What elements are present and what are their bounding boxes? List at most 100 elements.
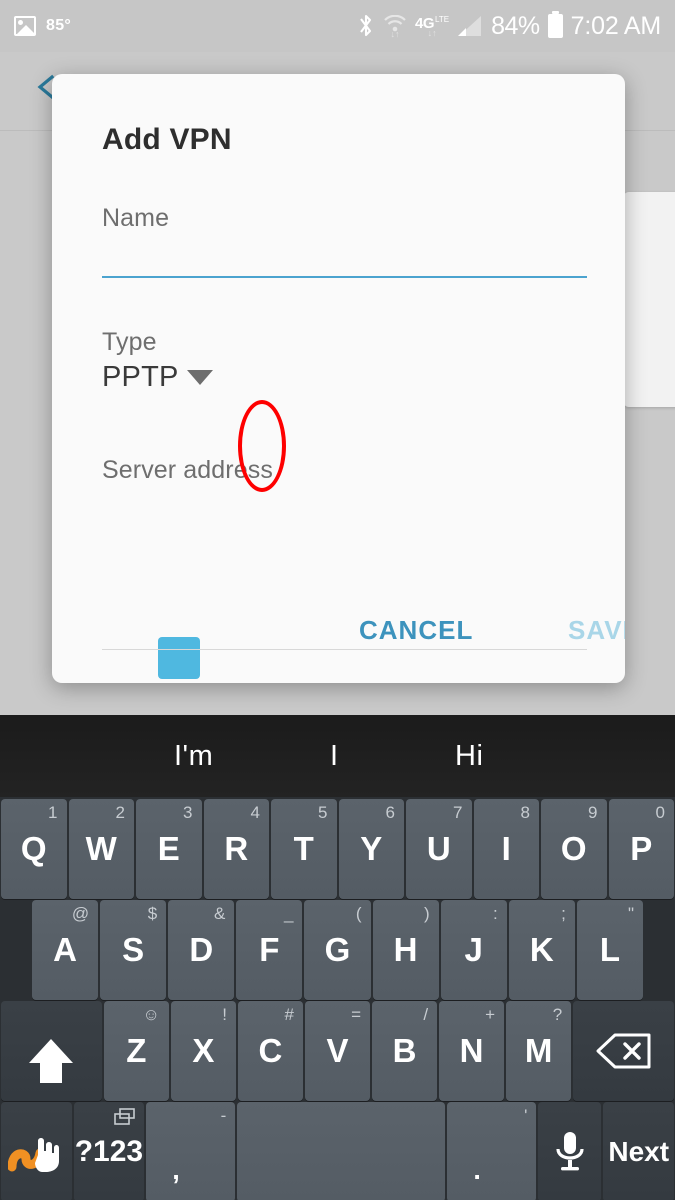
status-bar-right: ↓↑ 4G LTE ↓↑ 84% 7:02 AM	[357, 11, 661, 41]
suggestion-item[interactable]: Hi	[455, 740, 483, 773]
key-r[interactable]: 4R	[203, 799, 269, 899]
key-hint: /	[423, 1005, 429, 1024]
key-label: T	[293, 830, 314, 867]
type-field-label: Type	[102, 328, 157, 356]
chevron-down-icon[interactable]	[186, 370, 213, 385]
key-l[interactable]: " L	[576, 900, 643, 1000]
shift-key[interactable]	[1, 1001, 102, 1101]
comma-key[interactable]: - ,	[146, 1102, 236, 1200]
key-label: Q	[20, 830, 47, 867]
key-s[interactable]: $ S	[100, 900, 167, 1000]
key-d[interactable]: & D	[168, 900, 235, 1000]
name-field-underline	[102, 276, 587, 278]
key-label: K	[529, 931, 554, 968]
add-vpn-dialog: Add VPN Name Type PPTP Server address CA…	[52, 74, 625, 683]
server-address-field-group[interactable]: Server address	[102, 456, 587, 485]
key-hint: 2	[115, 803, 125, 822]
keyboard-rows: 1Q 2W 3E 4R 5T 6Y 7U 8I 9O 0P @ A $ S & D _…	[0, 797, 675, 1200]
key-label: V	[326, 1032, 349, 1069]
key-hint: #	[284, 1005, 294, 1024]
key-label: X	[192, 1032, 215, 1069]
keyboard-row-4: ?123 - , ' . Next	[0, 1102, 675, 1200]
key-j[interactable]: :J	[440, 900, 507, 1000]
key-k[interactable]: ; K	[508, 900, 575, 1000]
key-h[interactable]: ) H	[372, 900, 439, 1000]
key-m[interactable]: ? M	[506, 1001, 572, 1101]
key-label: R	[224, 830, 249, 867]
key-e[interactable]: 3E	[136, 799, 202, 899]
annotation-ellipse	[238, 400, 286, 492]
key-f[interactable]: _ F	[236, 900, 303, 1000]
name-field-group[interactable]: Name	[102, 204, 587, 233]
key-label: C	[258, 1032, 283, 1069]
key-hint: )	[423, 904, 430, 923]
mobile-traffic-arrows: ↓↑	[427, 27, 437, 38]
key-x[interactable]: ! X	[170, 1001, 236, 1101]
key-label: E	[157, 830, 180, 867]
key-label: O	[560, 830, 587, 867]
key-label: F	[259, 931, 280, 968]
key-hint: _	[283, 904, 294, 923]
swype-key[interactable]	[1, 1102, 72, 1200]
status-bar-left: 85°	[14, 16, 71, 36]
image-icon	[14, 16, 36, 36]
symbols-key[interactable]: ?123	[73, 1102, 145, 1200]
suggestion-item[interactable]: I'm	[174, 740, 213, 773]
type-field-value: PPTP	[102, 361, 179, 393]
backspace-key[interactable]	[573, 1001, 674, 1101]
save-button[interactable]: SAVE	[568, 615, 625, 646]
key-label: U	[426, 830, 451, 867]
battery-percent-label: 84%	[491, 11, 540, 40]
key-u[interactable]: 7U	[406, 799, 472, 899]
cancel-button[interactable]: CANCEL	[359, 615, 473, 646]
key-hint: &	[213, 904, 226, 923]
key-a[interactable]: @ A	[32, 900, 99, 1000]
key-hint: 9	[588, 803, 598, 822]
layout-switch-icon	[114, 1108, 136, 1126]
key-hint: '	[524, 1106, 528, 1125]
key-i[interactable]: 8I	[473, 799, 539, 899]
key-label: L	[599, 931, 621, 968]
key-w[interactable]: 2W	[68, 799, 134, 899]
key-n[interactable]: + N	[439, 1001, 505, 1101]
key-label: .	[473, 1155, 481, 1185]
key-label: M	[524, 1032, 553, 1069]
key-z[interactable]: ☺ Z	[103, 1001, 169, 1101]
server-address-field-label: Server address	[102, 456, 273, 484]
space-key[interactable]	[237, 1102, 446, 1200]
key-o[interactable]: 9O	[541, 799, 607, 899]
key-c[interactable]: # C	[237, 1001, 303, 1101]
key-g[interactable]: (G	[304, 900, 371, 1000]
key-p[interactable]: 0P	[608, 799, 674, 899]
key-label: Z	[126, 1032, 147, 1069]
key-label: G	[324, 931, 351, 968]
key-label: Next	[608, 1136, 670, 1167]
keyboard-row-3: ☺ Z ! X # C = V / B + N ? M	[0, 1001, 675, 1101]
key-label: ,	[172, 1155, 180, 1185]
key-b[interactable]: / B	[372, 1001, 438, 1101]
microphone-key[interactable]	[538, 1102, 602, 1200]
key-hint: :	[493, 904, 498, 923]
type-field-group[interactable]: Type PPTP	[102, 328, 587, 394]
keyboard-row-2: @ A $ S & D _ F (G ) H :J ; K " L	[0, 900, 675, 1000]
key-hint: 6	[385, 803, 395, 822]
key-y[interactable]: 6Y	[338, 799, 404, 899]
key-label: D	[189, 931, 214, 968]
key-hint: 3	[183, 803, 193, 822]
suggestion-item[interactable]: I	[330, 740, 339, 773]
key-hint: =	[351, 1005, 362, 1024]
key-v[interactable]: = V	[304, 1001, 371, 1101]
key-hint: (	[355, 904, 362, 923]
dialog-title: Add VPN	[102, 123, 232, 156]
key-t[interactable]: 5T	[271, 799, 337, 899]
period-key[interactable]: ' .	[447, 1102, 537, 1200]
microphone-icon	[553, 1130, 587, 1174]
key-label: P	[630, 830, 653, 867]
next-key[interactable]: Next	[603, 1102, 675, 1200]
suggestion-bar: I'm I Hi	[0, 715, 675, 797]
status-bar: 85° ↓↑ 4G LTE ↓↑ 84% 7:02 AM	[0, 0, 675, 52]
key-q[interactable]: 1Q	[1, 799, 67, 899]
key-hint: 4	[250, 803, 260, 822]
shift-icon	[29, 1039, 74, 1083]
dialog-action-bar: CANCEL SAVE	[52, 583, 625, 683]
